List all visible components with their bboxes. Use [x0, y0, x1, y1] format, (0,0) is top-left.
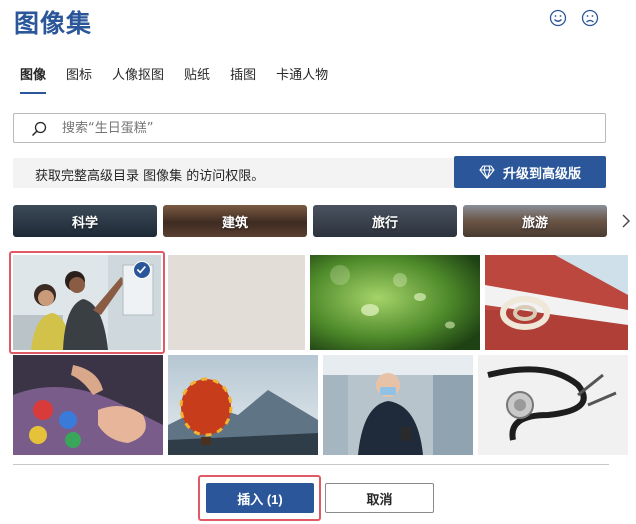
tab-cutout-people[interactable]: 人像抠图: [112, 64, 164, 94]
photo-linen-texture[interactable]: [168, 255, 305, 350]
cancel-button[interactable]: 取消: [325, 483, 434, 513]
category-tabs: 图像 图标 人像抠图 贴纸 插图 卡通人物: [20, 64, 348, 94]
category-architecture[interactable]: 建筑: [163, 205, 307, 237]
category-label: 科学: [71, 215, 98, 231]
photo-stethoscope[interactable]: [478, 355, 628, 455]
photo-sailboat-rope[interactable]: [485, 255, 628, 350]
dialog-title: 图像集: [14, 9, 93, 38]
photo-water-droplets-leaf[interactable]: [310, 255, 480, 350]
category-tourism[interactable]: 旅游: [463, 205, 607, 237]
upgrade-label: 升级到高级版: [502, 166, 581, 182]
category-science[interactable]: 科学: [13, 205, 157, 237]
tab-stickers[interactable]: 贴纸: [184, 64, 210, 94]
category-label: 建筑: [221, 215, 248, 231]
footer-divider: [13, 464, 609, 465]
checkmark-icon: [133, 261, 151, 279]
category-strip: 科学 建筑 旅行 旅游: [13, 205, 633, 237]
tab-icons[interactable]: 图标: [66, 64, 92, 94]
tab-cartoon-people[interactable]: 卡通人物: [276, 64, 328, 94]
search-input[interactable]: [62, 118, 582, 138]
category-label: 旅行: [371, 215, 398, 231]
tab-images[interactable]: 图像: [20, 64, 47, 94]
search-icon: [30, 120, 48, 138]
premium-notice: 获取完整高级目录 图像集 的访问权限。 升级到高级版: [13, 156, 606, 188]
frown-face-icon[interactable]: [581, 9, 599, 27]
photo-hot-air-balloon[interactable]: [168, 355, 318, 455]
category-travel[interactable]: 旅行: [313, 205, 457, 237]
photo-man-mask-train[interactable]: [323, 355, 473, 455]
category-label: 旅游: [521, 215, 548, 231]
smiley-face-icon[interactable]: [549, 9, 567, 27]
chevron-right-icon[interactable]: [620, 213, 632, 229]
insert-button[interactable]: 插入 (1): [206, 483, 314, 513]
tab-illustrations[interactable]: 插图: [230, 64, 256, 94]
search-box: [13, 113, 606, 143]
notice-text: 获取完整高级目录 图像集 的访问权限。: [35, 169, 265, 184]
diamond-icon: [479, 165, 495, 180]
photo-paint-palette-hands[interactable]: [13, 355, 163, 455]
upgrade-button[interactable]: 升级到高级版: [454, 156, 606, 188]
